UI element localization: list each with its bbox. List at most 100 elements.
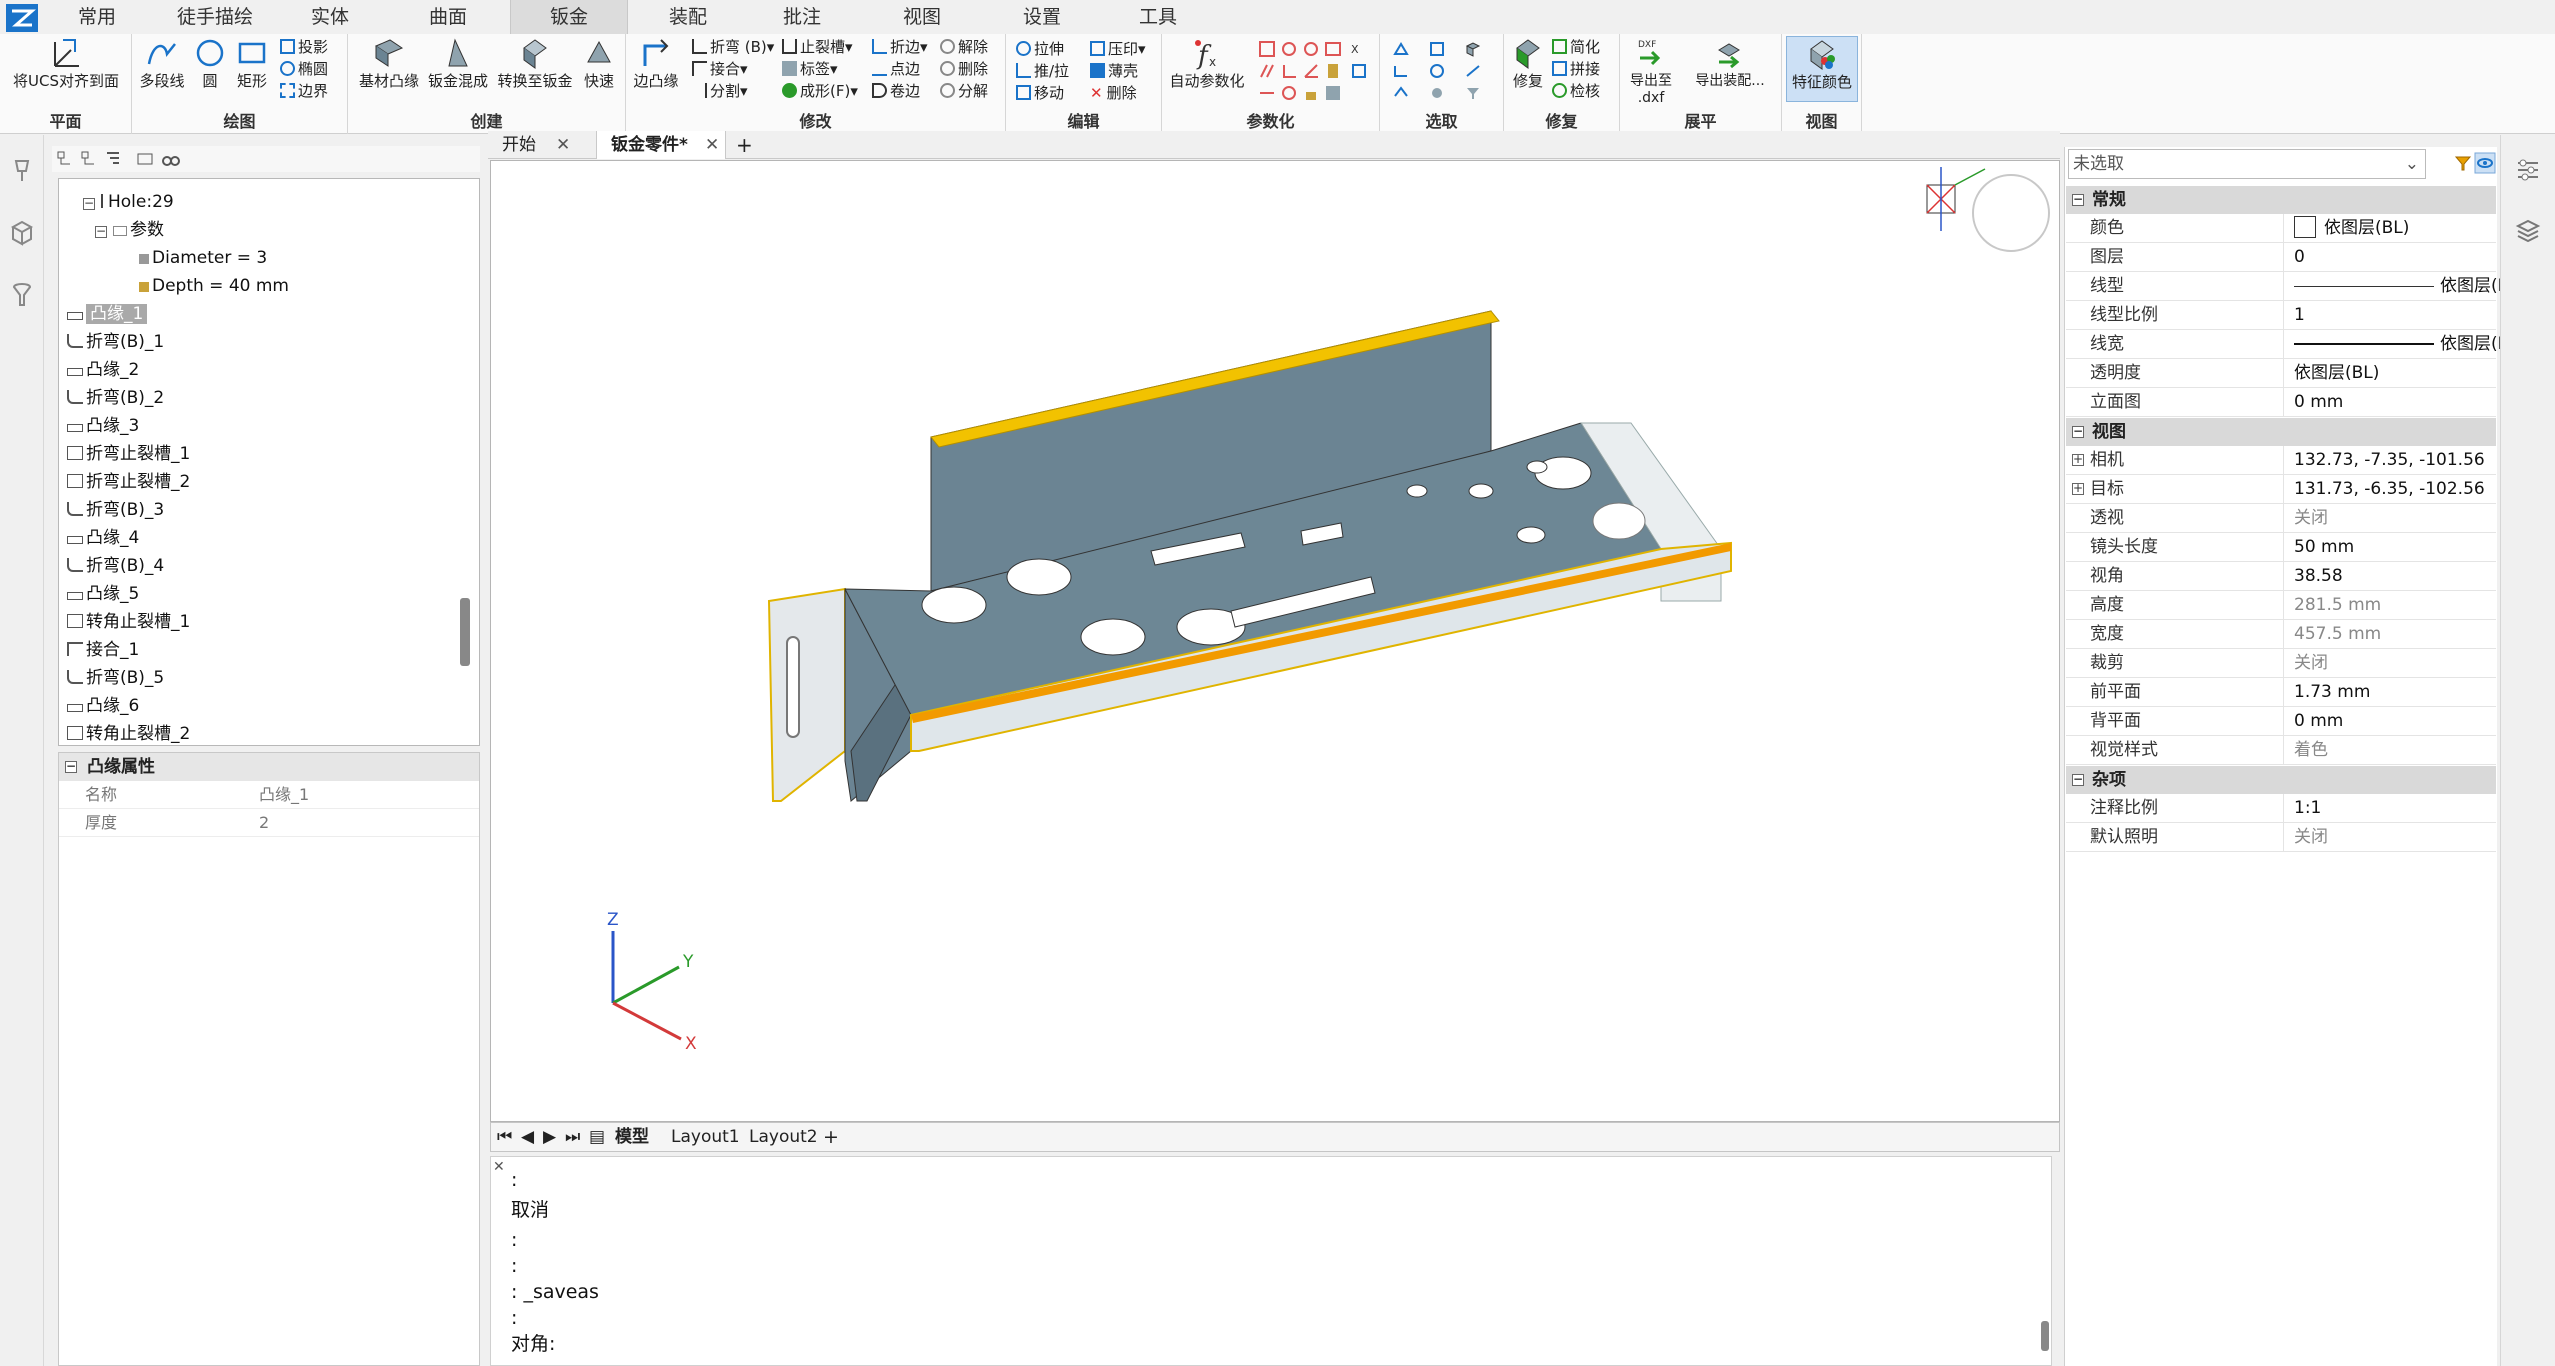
tree-find-icon[interactable] <box>162 150 180 168</box>
rectangle-button[interactable]: 矩形 <box>230 36 274 98</box>
add-layout-plus-icon[interactable]: + <box>823 1123 839 1151</box>
expand-toggle-icon[interactable]: + <box>2072 482 2084 495</box>
feature-prop-value[interactable]: 凸缘_1 <box>259 781 309 809</box>
model-viewport[interactable]: Z Y X <box>490 160 2060 1122</box>
convert-sm-button[interactable]: 转换至钣金 <box>494 36 576 98</box>
prop-value[interactable]: 依图层(BL) <box>2294 272 2525 300</box>
boundary-button[interactable]: 边界 <box>280 80 328 102</box>
select-filter-icon[interactable] <box>1464 84 1482 102</box>
constraint-concentric-icon[interactable] <box>1280 40 1298 58</box>
prop-value[interactable]: 1 <box>2294 301 2494 329</box>
prop-value[interactable]: 1.73 mm <box>2294 678 2494 706</box>
prev-layout-icon[interactable]: ◀ <box>521 1123 537 1151</box>
tree-item-param-depth[interactable]: Depth = 40 mm <box>139 272 289 300</box>
tree-item-corner-relief-2[interactable]: 转角止裂槽_2 <box>67 720 190 745</box>
quick-button[interactable]: 快速 <box>578 36 620 98</box>
prop-value[interactable]: 依图层(BL) <box>2294 214 2494 242</box>
ellipse-button[interactable]: 椭圆 <box>280 58 328 80</box>
prop-value[interactable]: 132.73, -7.35, -101.56 <box>2294 446 2494 474</box>
constraint-xy-icon[interactable]: X <box>1350 40 1368 58</box>
tab-sheet-metal[interactable]: 钣金 <box>510 0 628 34</box>
expand-all-icon[interactable] <box>56 150 74 168</box>
constraint-options-icon[interactable] <box>1350 62 1368 80</box>
tree-item-bend-4[interactable]: 折弯(B)_4 <box>67 552 164 580</box>
tab-freehand[interactable]: 徒手描绘 <box>160 0 270 34</box>
command-prompt[interactable]: 对角: <box>511 1331 555 1357</box>
base-flange-button[interactable]: 基材凸缘 <box>354 36 424 98</box>
feature-color-button[interactable]: 特征颜色 <box>1786 36 1858 102</box>
view-orbit-ring-icon[interactable] <box>1972 174 2050 252</box>
constraint-angle-icon[interactable] <box>1302 62 1320 80</box>
emboss-button[interactable]: 压印▾ <box>1090 38 1146 60</box>
bend-button[interactable]: 折弯 (B)▾ <box>692 36 774 58</box>
properties-sliders-icon[interactable] <box>2515 157 2541 183</box>
export-dxf-button[interactable]: DXF 导出至 .dxf <box>1622 36 1680 106</box>
next-layout-icon[interactable]: ▶ <box>543 1123 559 1151</box>
tab-tools[interactable]: 工具 <box>1118 0 1198 34</box>
app-logo-icon[interactable] <box>6 4 38 32</box>
tree-item-flange-3[interactable]: 凸缘_3 <box>67 412 139 440</box>
tab-surface[interactable]: 曲面 <box>408 0 488 34</box>
auto-param-button[interactable]: fx 自动参数化 <box>1166 36 1248 98</box>
delete-sm-button[interactable]: 删除 <box>940 58 988 80</box>
select-similar-icon[interactable] <box>1392 84 1410 102</box>
collapse-all-icon[interactable] <box>80 150 98 168</box>
sm-blend-button[interactable]: 钣金混成 <box>424 36 492 98</box>
sheet-metal-model[interactable]: Z Y X <box>491 161 2059 1121</box>
tree-settings-icon[interactable] <box>136 150 154 168</box>
circle-button[interactable]: 圆 <box>190 36 230 98</box>
command-line-panel[interactable]: ✕ : 取消 : : : _saveas : 对角: <box>490 1156 2052 1366</box>
tree-item-bend-1[interactable]: 折弯(B)_1 <box>67 328 164 356</box>
tab-common[interactable]: 常用 <box>58 0 136 34</box>
prop-value[interactable]: 0 mm <box>2294 707 2494 735</box>
remove-button[interactable]: ✕ 删除 <box>1090 82 1137 104</box>
select-body-icon[interactable] <box>1464 40 1482 58</box>
tree-item-junction-1[interactable]: 接合_1 <box>67 636 139 664</box>
layout-list-icon[interactable]: ▤ <box>589 1123 607 1151</box>
prop-value[interactable]: 依图层(BL) <box>2294 330 2525 358</box>
align-ucs-button[interactable]: 将UCS对齐到面 <box>8 36 124 98</box>
constraint-fix-icon[interactable] <box>1324 62 1342 80</box>
close-icon[interactable]: ✕ <box>556 131 570 159</box>
collapse-toggle-icon[interactable]: − <box>65 760 77 773</box>
tree-item-params[interactable]: − 参数 <box>95 216 164 244</box>
push-pull-button[interactable]: 推/拉 <box>1016 60 1069 82</box>
relief-button[interactable]: 止裂槽▾ <box>782 36 853 58</box>
new-tab-plus-icon[interactable]: + <box>736 131 760 159</box>
fold-button[interactable]: 折边▾ <box>872 36 928 58</box>
dissect-button[interactable]: 分解 <box>940 80 988 102</box>
select-edge-icon[interactable] <box>1428 40 1446 58</box>
prop-value[interactable]: 38.58 <box>2294 562 2494 590</box>
tab-assembly[interactable]: 装配 <box>648 0 728 34</box>
constraint-radius-icon[interactable] <box>1280 84 1298 102</box>
constraint-more-icon[interactable] <box>1324 84 1342 102</box>
prop-value[interactable]: 关闭 <box>2294 823 2494 851</box>
history-tree-icon[interactable] <box>10 157 34 185</box>
layout-tab-layout1[interactable]: Layout1 <box>671 1123 740 1151</box>
select-face-icon[interactable] <box>1392 40 1410 58</box>
stretch-button[interactable]: 拉伸 <box>1016 38 1064 60</box>
tree-item-flange-1[interactable]: 凸缘_1 <box>67 300 148 328</box>
tree-item-bend-relief-2[interactable]: 折弯止裂槽_2 <box>67 468 190 496</box>
layers-icon[interactable] <box>2515 217 2541 243</box>
prop-value[interactable]: 131.73, -6.35, -102.56 <box>2294 475 2494 503</box>
select-connected-icon[interactable] <box>1428 84 1446 102</box>
point-edge-button[interactable]: 点边 <box>872 58 920 80</box>
tab-view[interactable]: 视图 <box>882 0 962 34</box>
unbend-button[interactable]: 解除 <box>940 36 988 58</box>
tree-item-flange-6[interactable]: 凸缘_6 <box>67 692 139 720</box>
prop-value[interactable]: 关闭 <box>2294 649 2494 677</box>
tree-filter-icon[interactable] <box>104 150 122 168</box>
move-button[interactable]: 移动 <box>1016 82 1064 104</box>
tab-solid[interactable]: 实体 <box>290 0 370 34</box>
doc-tab-start[interactable]: 开始 ✕ <box>502 131 592 159</box>
split-button[interactable]: 分割▾ <box>692 80 748 102</box>
heal-button[interactable]: 修复 <box>1508 36 1548 98</box>
label-button[interactable]: 标签▾ <box>782 58 838 80</box>
prop-value[interactable]: 着色 <box>2294 736 2494 764</box>
prop-value[interactable]: 0 mm <box>2294 388 2494 416</box>
constraint-coincident-icon[interactable] <box>1258 40 1276 58</box>
toggle-pickadd-icon[interactable] <box>2474 152 2496 174</box>
props-section-view[interactable]: − 视图 <box>2066 418 2496 446</box>
constraint-lock-icon[interactable] <box>1302 84 1320 102</box>
